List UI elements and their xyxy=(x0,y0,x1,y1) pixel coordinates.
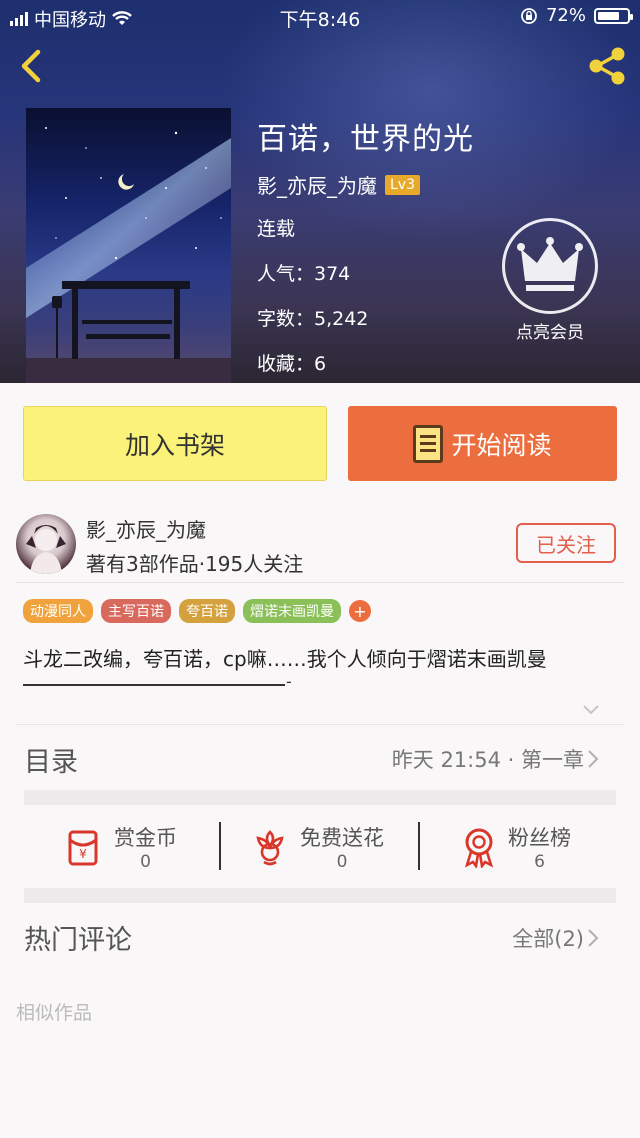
svg-text:¥: ¥ xyxy=(79,847,87,861)
similar-works-label: 相似作品 xyxy=(16,1002,93,1024)
share-icon xyxy=(589,47,625,85)
stats-divider xyxy=(219,822,221,870)
status-bar: 中国移动 下午8:46 72% xyxy=(0,0,640,34)
battery-percent: 72% xyxy=(545,5,586,26)
chevron-down-icon xyxy=(583,705,599,715)
reward-coins-button[interactable]: ¥ 赏金币 0 xyxy=(62,820,177,874)
all-comments-link[interactable]: 全部(2) xyxy=(512,923,584,953)
fan-ranking-label: 粉丝榜 xyxy=(508,826,571,850)
rotation-lock-icon xyxy=(521,7,537,24)
toc-label[interactable]: 目录 xyxy=(24,740,78,779)
reward-coins-value: 0 xyxy=(140,852,151,872)
add-to-shelf-button[interactable]: 加入书架 xyxy=(23,406,327,481)
author-avatar[interactable] xyxy=(16,514,76,574)
book-author-line[interactable]: 影_亦辰_为魔 Lv3 xyxy=(257,170,420,199)
tag-list: 动漫同人 主写百诺 夸百诺 熠诺末画凯曼 + xyxy=(23,599,371,623)
book-author[interactable]: 影_亦辰_为魔 xyxy=(257,170,377,199)
book-icon xyxy=(413,424,444,463)
battery-icon xyxy=(594,7,633,24)
popularity: 人气：374 xyxy=(257,263,351,285)
vip-button[interactable]: 点亮会员 xyxy=(500,218,600,343)
fan-ranking-button[interactable]: 粉丝榜 6 xyxy=(460,820,571,874)
reward-coins-label: 赏金币 xyxy=(114,826,177,850)
section-separator xyxy=(24,888,616,903)
author-stats: 著有3部作品·195人关注 xyxy=(86,552,304,576)
fan-ranking-value: 6 xyxy=(534,852,545,872)
description-tail: - xyxy=(286,672,292,691)
back-button[interactable] xyxy=(14,44,50,88)
chevron-right-icon[interactable] xyxy=(586,748,600,770)
start-reading-label: 开始阅读 xyxy=(451,430,552,460)
serial-status: 连载 xyxy=(257,218,296,240)
tag-item[interactable]: 主写百诺 xyxy=(101,599,171,623)
tag-item[interactable]: 夸百诺 xyxy=(179,599,235,623)
book-title: 百诺，世界的光 xyxy=(257,122,474,157)
send-flowers-label: 免费送花 xyxy=(300,826,384,850)
level-badge: Lv3 xyxy=(385,174,420,195)
chevron-right-icon[interactable] xyxy=(586,927,600,949)
book-cover[interactable] xyxy=(26,108,231,383)
word-count: 字数：5,242 xyxy=(257,308,369,330)
more-tags-button[interactable]: + xyxy=(349,600,371,622)
red-envelope-icon: ¥ xyxy=(68,830,98,866)
divider xyxy=(16,582,624,583)
author-name[interactable]: 影_亦辰_为魔 xyxy=(86,514,206,543)
book-description: 斗龙二改编，夸百诺，cp嘛……我个人倾向于熠诺末画凯曼 xyxy=(23,647,547,671)
hot-comments-label: 热门评论 xyxy=(24,925,132,956)
flower-icon xyxy=(256,830,284,866)
favorites-count: 收藏：6 xyxy=(257,353,327,375)
description-rule xyxy=(23,684,285,686)
send-flowers-value: 0 xyxy=(336,852,348,872)
tag-item[interactable]: 动漫同人 xyxy=(23,599,93,623)
latest-chapter[interactable]: 昨天 21:54 · 第一章 xyxy=(392,744,584,774)
tag-item[interactable]: 熠诺末画凯曼 xyxy=(243,599,341,623)
expand-description-button[interactable] xyxy=(580,700,602,720)
vip-label: 点亮会员 xyxy=(516,323,584,343)
stats-divider xyxy=(418,822,420,870)
follow-button[interactable]: 已关注 xyxy=(516,523,616,563)
follow-label: 已关注 xyxy=(536,532,596,557)
share-button[interactable] xyxy=(584,44,630,88)
add-to-shelf-label: 加入书架 xyxy=(124,430,225,460)
book-header: 中国移动 下午8:46 72% 百诺，世界的光 影_亦辰_为魔 Lv3 连载 人… xyxy=(0,0,640,383)
crown-icon xyxy=(502,218,598,314)
medal-icon xyxy=(464,828,494,868)
chevron-left-icon xyxy=(21,49,41,83)
cover-art xyxy=(26,127,231,383)
section-separator xyxy=(24,790,616,805)
start-reading-button[interactable]: 开始阅读 xyxy=(348,406,617,481)
send-flowers-button[interactable]: 免费送花 0 xyxy=(250,820,384,874)
divider xyxy=(16,724,624,725)
